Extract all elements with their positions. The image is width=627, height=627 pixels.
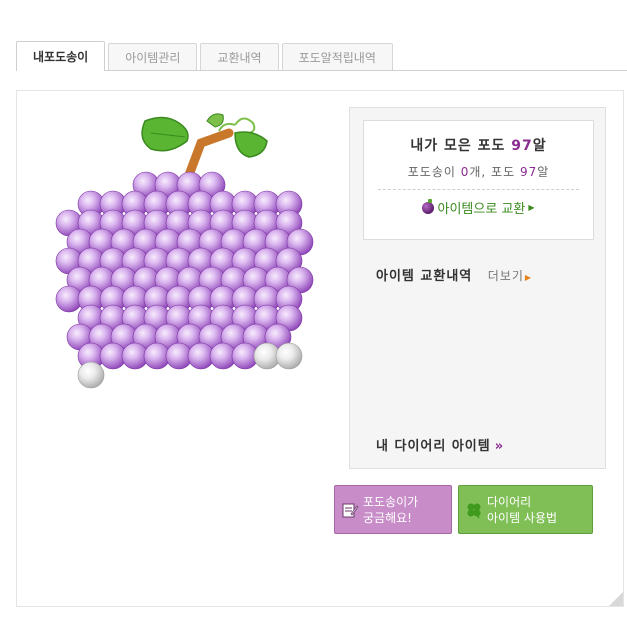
tab-my-grape-bunch[interactable]: 내포도송이: [16, 41, 106, 71]
my-diary-items-label: 내 다이어리 아이템: [376, 439, 491, 454]
collected-suffix: 알: [532, 138, 547, 154]
grape-info-box: 내가 모은 포도 97알 포도송이 0개, 포도 97알 아이템으로 교환 ▶ …: [349, 107, 606, 469]
my-diary-items-link[interactable]: 내 다이어리 아이템»: [376, 435, 504, 454]
tab-item-management[interactable]: 아이템관리: [108, 43, 198, 71]
triangle-right-icon: ▶: [524, 273, 533, 282]
exchange-link-label: 아이템으로 교환: [437, 202, 526, 217]
grape-faq-button[interactable]: 포도송이가 궁금해요!: [334, 485, 452, 534]
grape-berries: [55, 171, 314, 389]
collected-prefix: 내가 모은 포도: [410, 138, 512, 154]
grape-summary-card: 내가 모은 포도 97알 포도송이 0개, 포도 97알 아이템으로 교환 ▶: [363, 120, 594, 240]
grape-berry-empty: [275, 342, 303, 370]
tab-grape-accumulation-history[interactable]: 포도알적립내역: [281, 43, 393, 71]
tab-underline: [16, 70, 627, 71]
memo-icon: [342, 503, 359, 517]
tab-bar: 내포도송이 아이템관리 교환내역 포도알적립내역: [16, 41, 396, 71]
double-chevron-icon: »: [494, 439, 505, 454]
grape-bunch-graphic: [55, 113, 314, 389]
grape-bunch: [39, 103, 339, 603]
diary-item-guide-button[interactable]: 다이어리 아이템 사용법: [458, 485, 593, 534]
breakdown-b: 개, 포도: [469, 165, 520, 179]
triangle-right-icon: ▶: [528, 203, 535, 212]
main-panel: 내가 모은 포도 97알 포도송이 0개, 포도 97알 아이템으로 교환 ▶ …: [16, 90, 624, 607]
more-label: 더보기: [487, 269, 524, 283]
grape-count: 97: [519, 165, 538, 179]
corner-fold: [609, 592, 623, 606]
breakdown-a: 포도송이: [407, 165, 461, 179]
faq-line-1: 포도송이가: [363, 494, 419, 509]
item-exchange-history-title: 아이템 교환내역: [376, 269, 473, 284]
item-exchange-history-header: 아이템 교환내역 더보기▶: [376, 265, 532, 284]
clover-icon: [467, 503, 481, 518]
guide-line-2: 아이템 사용법: [487, 510, 558, 525]
grape-berry-empty: [77, 361, 105, 389]
grape-icon: [422, 198, 435, 214]
exchange-for-item-link[interactable]: 아이템으로 교환 ▶: [422, 198, 535, 217]
collected-count: 97: [511, 138, 533, 154]
summary-divider: [378, 189, 579, 190]
more-link[interactable]: 더보기▶: [488, 269, 532, 283]
breakdown-c: 알: [537, 165, 550, 179]
grape-breakdown-text: 포도송이 0개, 포도 97알: [364, 163, 593, 180]
grape-vine: [141, 113, 268, 180]
faq-line-2: 궁금해요!: [363, 510, 412, 525]
tab-exchange-history[interactable]: 교환내역: [200, 43, 279, 71]
guide-line-1: 다이어리: [487, 494, 532, 509]
collected-grapes-text: 내가 모은 포도 97알: [364, 135, 593, 155]
